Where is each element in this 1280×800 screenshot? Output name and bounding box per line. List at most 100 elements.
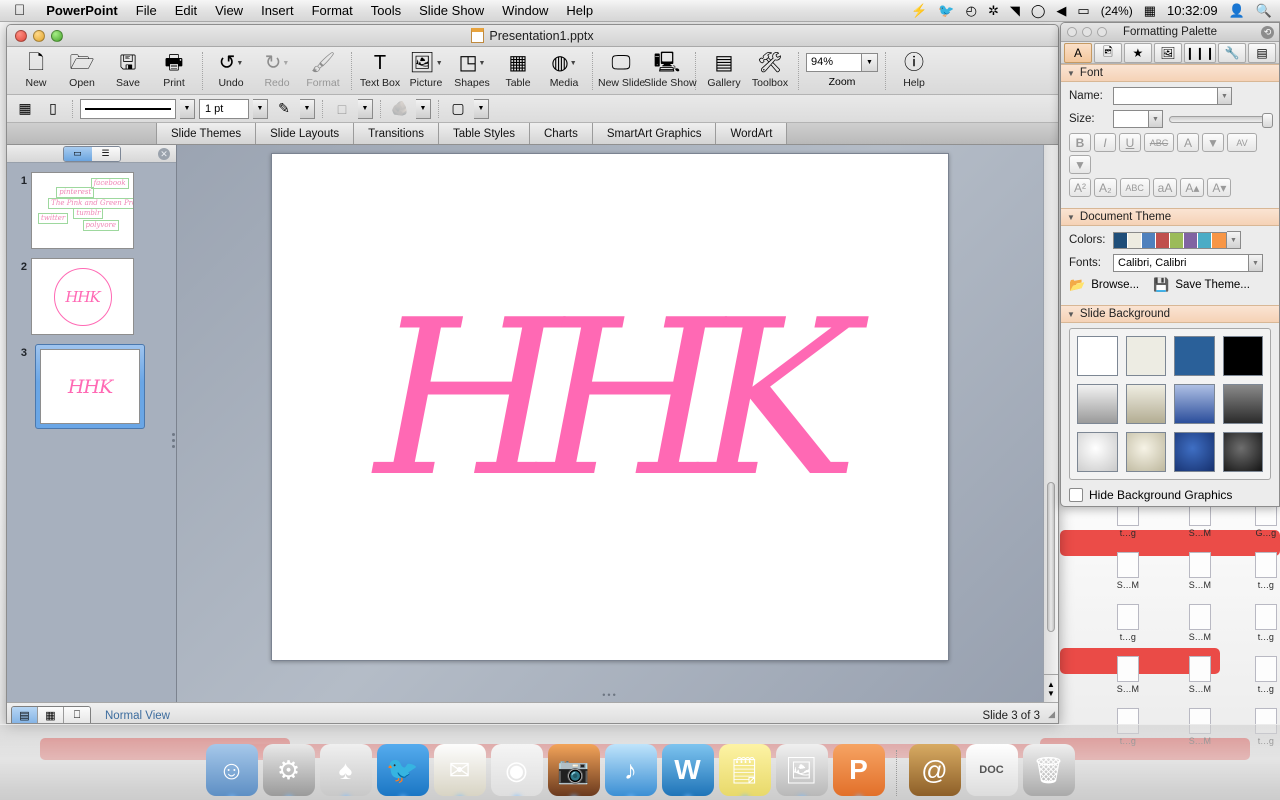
dock-itunes[interactable]: ♪ [604,744,657,796]
bg-cream-radial[interactable] [1125,432,1166,472]
file-icon[interactable] [1255,604,1277,630]
file-icon[interactable] [1117,604,1139,630]
bg-blue-radial[interactable] [1174,432,1215,472]
menu-powerpoint[interactable]: PowerPoint [37,0,127,22]
slide-thumbnail[interactable]: HHK [31,258,134,335]
time-machine-icon[interactable]: ◴ [966,4,977,17]
menu-insert[interactable]: Insert [252,0,303,22]
bg-white-radial[interactable] [1077,432,1118,472]
font-style-buttons-row2[interactable]: A² A₂ ABC aA A▴ A▾ [1069,178,1271,197]
close-pane-icon[interactable]: ✕ [158,147,170,160]
window-title-bar[interactable]: Presentation1.pptx [7,25,1058,47]
bg-dark-gradient[interactable] [1222,384,1263,424]
hide-background-graphics-row[interactable]: Hide Background Graphics [1069,488,1271,502]
background-swatch-grid[interactable] [1069,328,1271,480]
spotlight-search-icon[interactable]: 🔍 [1256,4,1272,17]
slide-thumbnail-row[interactable]: 2 HHK [7,255,176,341]
font-style-buttons-row1[interactable]: B I U ABC A ▼ AV ▼ [1069,133,1271,174]
save-theme-button[interactable]: Save Theme... [1175,279,1250,291]
desktop-file[interactable]: t...g [1238,604,1280,642]
media-button[interactable]: ◍▼ Media [541,50,587,89]
dock-spades-game[interactable]: ♠ [319,744,372,796]
menu-items[interactable]: PowerPoint File Edit View Insert Format Tools S… [37,0,602,22]
font-button-A[interactable]: A² [1069,178,1091,197]
menu-edit[interactable]: Edit [166,0,206,22]
font-button-a[interactable]: A [1177,133,1199,152]
bg-gray-gradient[interactable] [1077,384,1118,424]
format-painter-button[interactable]: 🖌 Format [300,50,346,89]
desktop-file[interactable]: t...g [1100,604,1156,642]
volume-icon[interactable]: ◀ [1056,4,1066,17]
theme-color-1[interactable] [1114,232,1128,248]
font-size-slider[interactable] [1169,112,1273,128]
theme-color-3[interactable] [1142,232,1156,248]
menu-tools[interactable]: Tools [362,0,410,22]
pane-view-toggle[interactable]: ▭ ☰ [62,145,121,162]
status-bar[interactable]: ▤ ▦ ⎕ Normal View Slide 3 of 3 ◢ [7,702,1058,723]
line-style-picker[interactable] [80,98,176,119]
printer-button[interactable]: 🖶 Print [151,50,197,89]
palette-tab-strip[interactable]: A 🖻 ★ 🖼 ❙❙❙ 🔧 ▤ [1061,42,1279,64]
desktop-file[interactable]: S...M [1100,656,1156,694]
line-weight-input[interactable]: 1 pt [199,98,249,119]
bg-black-radial[interactable] [1222,432,1263,472]
gallery-tab-table-styles[interactable]: Table Styles [438,123,530,144]
scrollbar-thumb[interactable] [1047,482,1055,632]
add-objects-tab[interactable]: 🖻 [1093,43,1122,63]
menu-window[interactable]: Window [493,0,557,22]
view-normal-icon[interactable]: ▤ [12,706,38,723]
menu-bar-clock[interactable]: 10:32:09 [1167,3,1218,18]
file-icon[interactable] [1255,552,1277,578]
text-box-button[interactable]: T Text Box [357,50,403,89]
theme-color-swatches[interactable] [1113,231,1227,249]
theme-color-2[interactable] [1128,232,1142,248]
shading-icon[interactable]: ▢ [446,98,470,119]
save-disk-button[interactable]: 🖫 Save [105,50,151,89]
wifi-icon[interactable]: ◥ [1010,4,1020,17]
menu-bar-status-items[interactable]: ⚡ 🐦 ◴ ✲ ◥ ◯ ◀ ▭ (24%) ▦ 10:32:09 👤 🔍 [911,3,1280,18]
pane-resize-handle[interactable] [172,432,176,448]
bg-tan-gradient[interactable] [1125,384,1166,424]
battery-icon[interactable]: ▭ [1077,4,1089,17]
eraser-icon[interactable]: ▯ [41,98,65,119]
apple-menu-icon[interactable]:  [14,3,25,18]
dock-twitter[interactable]: 🐦 [376,744,429,796]
font-palette-tab[interactable]: A [1064,43,1092,63]
font-button-A[interactable]: A▴ [1180,178,1205,197]
font-button-b[interactable]: B [1069,133,1091,152]
gallery-tab-list[interactable]: Slide Themes Slide Layouts Transitions Tabl… [157,123,788,144]
gallery-tab-charts[interactable]: Charts [530,123,593,144]
slide-thumbnail[interactable]: HHK [40,349,140,424]
zoom-input[interactable]: 94% [806,53,862,72]
border-icon[interactable]: □ [330,98,354,119]
font-button-A[interactable]: A₂ [1094,178,1117,197]
font-button-u[interactable]: U [1119,133,1141,152]
font-button-dropdown[interactable]: ▼ [1202,133,1224,152]
powerpoint-window[interactable]: Presentation1.pptx 🗋 New 🗁 Open 🖫 Save 🖶 Print ↺… [6,24,1059,724]
bg-cream[interactable] [1125,336,1166,376]
font-name-input[interactable] [1113,87,1218,105]
desktop-file[interactable]: t...g [1238,656,1280,694]
slide-thumbnail-selected[interactable]: HHK [35,344,145,429]
slide-monogram-text[interactable]: HHK [375,291,859,506]
dock-finder[interactable]: ☺ [205,744,258,796]
gallery-tab-slide-layouts[interactable]: Slide Layouts [256,123,355,144]
chevron-down-icon[interactable]: ▼ [570,60,577,67]
gallery-tab-slide-themes[interactable]: Slide Themes [157,123,257,144]
help-button[interactable]: ⓘ Help [891,50,937,89]
file-icon[interactable] [1189,552,1211,578]
elements-gallery-tabs[interactable]: Slide Themes Slide Layouts Transitions Tabl… [7,123,1058,145]
theme-fonts-dropdown[interactable]: ▼ [1249,254,1263,272]
dock-photo-booth[interactable]: 📷 [547,744,600,796]
menu-file[interactable]: File [127,0,166,22]
document-theme-section-header[interactable]: ▼ Document Theme [1061,208,1279,226]
dock-stickies[interactable]: 🗒 [718,744,771,796]
twitter-icon[interactable]: 🐦 [938,4,954,17]
dock-mail[interactable]: ✉ [433,744,486,796]
save-disk-icon[interactable]: 💾 [1153,277,1169,293]
formatting-toolbar[interactable]: ▦ ▯ ▼ 1 pt ▼ ✎ ▼ □ ▼ 🪨 ▼ ▢ ▼ [7,95,1058,123]
theme-color-8[interactable] [1212,232,1226,248]
desktop-file[interactable]: t...g [1238,552,1280,590]
file-icon[interactable] [1255,656,1277,682]
theme-colors-dropdown[interactable]: ▼ [1227,231,1241,249]
